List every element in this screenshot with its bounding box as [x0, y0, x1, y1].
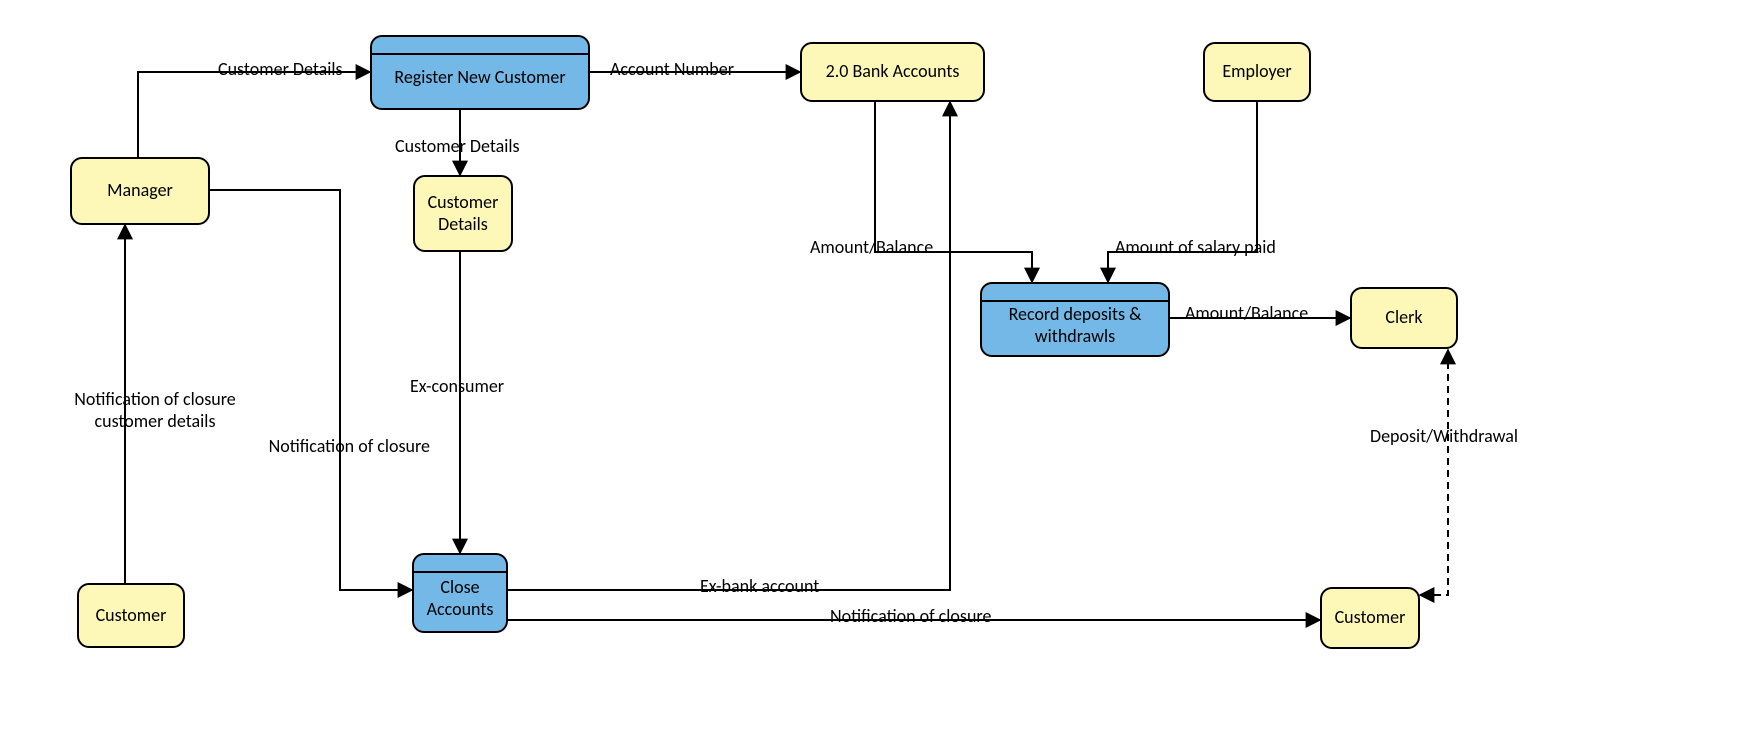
label: Clerk: [1385, 307, 1422, 329]
entity-manager: Manager: [70, 157, 210, 225]
edge-label: Ex-bank account: [700, 575, 819, 597]
entity-customer-left: Customer: [77, 583, 185, 648]
entity-customer-right: Customer: [1320, 587, 1420, 649]
edge-label: Ex-consumer: [410, 375, 504, 397]
edge-label: Customer Details: [395, 135, 520, 157]
label: 2.0 Bank Accounts: [826, 61, 960, 83]
edge-ex-bank-account: [508, 102, 950, 590]
entity-clerk: Clerk: [1350, 287, 1458, 349]
edge-label: Notification of closure: [830, 605, 991, 627]
entity-employer: Employer: [1203, 42, 1311, 102]
edge-label: Amount/Balance: [810, 236, 933, 258]
diagram-canvas: Manager Customer Register New Customer C…: [0, 0, 1762, 756]
process-register: Register New Customer: [370, 35, 590, 110]
label: Employer: [1222, 61, 1291, 83]
edge-label: Deposit/Withdrawal: [1370, 425, 1518, 447]
edge-label: Customer Details: [218, 58, 343, 80]
label: Record deposits & withdrawls: [1009, 304, 1142, 347]
process-close-accounts: Close Accounts: [412, 553, 508, 633]
edge-customer-details-1: [138, 72, 370, 157]
datastore-customer-details: Customer Details: [413, 175, 513, 252]
edge-label: Notification of closure: [260, 435, 430, 457]
label: Customer Details: [428, 192, 499, 235]
edge-label: Amount of salary paid: [1115, 236, 1276, 258]
label: Customer: [96, 605, 167, 627]
datastore-bank-accounts: 2.0 Bank Accounts: [800, 42, 985, 102]
edges-layer: [0, 0, 1762, 756]
edge-label: Notification of closure customer details: [55, 388, 255, 432]
label: Register New Customer: [394, 67, 565, 89]
label: Customer: [1335, 607, 1406, 629]
edge-deposit-withdrawal: [1420, 350, 1448, 595]
label: Manager: [107, 180, 173, 202]
label: Close Accounts: [427, 577, 494, 620]
edge-label: Account Number: [610, 58, 734, 80]
process-record-deposits: Record deposits & withdrawls: [980, 282, 1170, 357]
edge-label: Amount/Balance: [1185, 302, 1308, 324]
